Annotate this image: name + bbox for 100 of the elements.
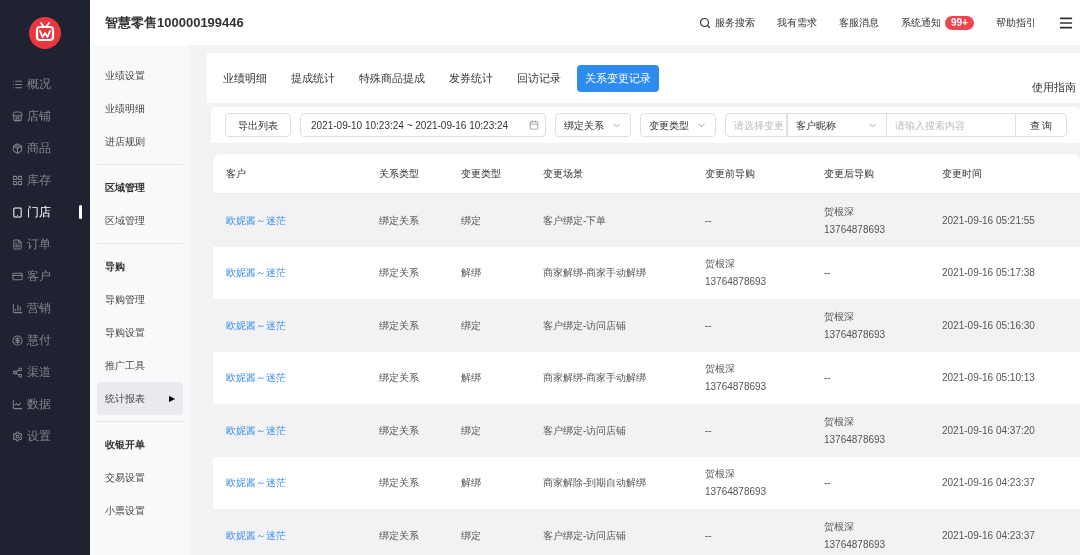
customer-link[interactable]: 欧妮酱～迷茫 (226, 372, 286, 384)
table-cell-text: 2021-09-16 05:16:30 (942, 318, 1036, 333)
tab[interactable]: 业绩明细 (215, 64, 275, 92)
calendar-icon (529, 120, 539, 130)
search-input[interactable]: 请输入搜索内容 (887, 113, 1015, 137)
tab[interactable]: 发券统计 (441, 64, 501, 92)
tab[interactable]: 特殊商品提成 (351, 64, 433, 92)
submenu-item[interactable]: 业绩设置 (97, 59, 183, 92)
store-icon (12, 110, 23, 122)
guide-link[interactable]: 使用指南 (1032, 78, 1076, 95)
table-cell-text: 绑定关系 (379, 423, 420, 438)
store-title: 智慧零售100000199446 (105, 13, 244, 32)
table-cell-text: 客户绑定-访问店铺 (543, 318, 628, 333)
relation-select[interactable]: 绑定关系 (555, 113, 631, 137)
table-cell-text: 13764878693 (705, 485, 768, 500)
tab[interactable]: 提成统计 (283, 64, 343, 92)
table-cell-text: 贺根深 (705, 257, 736, 272)
table-cell-text: 解绑 (461, 371, 482, 386)
tab[interactable]: 回访记录 (509, 64, 569, 92)
header-link[interactable]: 我有需求 (777, 15, 818, 30)
tablet-icon (12, 206, 23, 218)
list-icon (12, 78, 23, 90)
column-header: 变更时间 (942, 167, 983, 181)
bar-chart-icon (12, 302, 23, 314)
table-cell-text: 13764878693 (824, 222, 887, 237)
sidebar-item[interactable]: 慧付 (0, 324, 90, 356)
submenu-group-title: 区域管理 (104, 181, 146, 195)
sidebar-item[interactable]: 客户 (0, 260, 90, 292)
table-cell-text: 绑定关系 (379, 213, 420, 228)
table-cell-text: -- (705, 528, 713, 543)
submenu-item[interactable]: 交易设置 (97, 461, 183, 494)
table-cell-text: 解绑 (461, 476, 482, 491)
menu-icon[interactable] (1058, 14, 1074, 31)
table-cell-text: -- (824, 476, 832, 491)
scene-select[interactable]: 请选择变更 (725, 113, 787, 137)
submenu-item[interactable]: 进店规则 (97, 125, 183, 158)
table-cell-text: 商家解绑-商家手动解绑 (543, 371, 648, 386)
line-chart-icon (12, 398, 23, 410)
sidebar-item[interactable]: 商品 (0, 132, 90, 164)
customer-link[interactable]: 欧妮酱～迷茫 (226, 267, 286, 279)
table-cell-text: 客户绑定-访问店铺 (543, 528, 628, 543)
sidebar-item[interactable]: 营销 (0, 292, 90, 324)
export-button[interactable]: 导出列表 (225, 113, 291, 137)
table-cell-text: 绑定关系 (379, 266, 420, 281)
sidebar-item[interactable]: 数据 (0, 388, 90, 420)
header-link[interactable]: 客服消息 (839, 15, 880, 30)
table-cell-text: 客户绑定-访问店铺 (543, 423, 628, 438)
notification-badge: 99+ (945, 15, 974, 30)
date-range-field[interactable]: 2021-09-10 10:23:24 ~ 2021-09-16 10:23:24 (300, 113, 546, 137)
submenu-item[interactable]: 区域管理 (97, 204, 183, 237)
customer-link[interactable]: 欧妮酱～迷茫 (226, 477, 286, 489)
submenu-group-title: 收银开单 (104, 438, 146, 452)
sidebar-item[interactable]: 门店 (0, 196, 90, 228)
table-cell-text: 13764878693 (705, 380, 768, 395)
table-cell-text: 2021-09-16 04:23:37 (942, 528, 1036, 543)
coin-icon (12, 334, 23, 346)
sidebar-item[interactable]: 订单 (0, 228, 90, 260)
sidebar-item[interactable]: 概况 (0, 68, 90, 100)
table-cell-text: 13764878693 (824, 432, 887, 447)
header-link[interactable]: 帮助指引 (996, 15, 1036, 30)
column-header: 客户 (226, 167, 247, 181)
sidebar-item[interactable]: 渠道 (0, 356, 90, 388)
sidebar-item[interactable]: 库存 (0, 164, 90, 196)
grid-icon (12, 174, 23, 186)
column-header: 变更前导购 (705, 167, 756, 181)
document-icon (12, 238, 23, 250)
table-cell-text: -- (824, 266, 832, 281)
logo-icon (29, 17, 61, 49)
submenu-item[interactable]: 统计报表 ▶ (97, 382, 183, 415)
table-cell-text: 2021-09-16 04:23:37 (942, 476, 1036, 491)
table-cell-text: -- (705, 423, 713, 438)
table-cell-text: 客户绑定-下单 (543, 213, 608, 228)
table-cell-text: 2021-09-16 05:10:13 (942, 371, 1036, 386)
submenu-item[interactable]: 导购设置 (97, 316, 183, 349)
submenu-item[interactable]: 推广工具 (97, 349, 183, 382)
submenu-item[interactable]: 导购管理 (97, 283, 183, 316)
search-field-select[interactable]: 客户昵称 (787, 113, 887, 137)
card-icon (12, 270, 23, 282)
header-link[interactable]: 系统通知 99+ (901, 15, 974, 30)
table-cell-text: 绑定 (461, 318, 482, 333)
share-icon (12, 366, 23, 378)
submenu-item[interactable]: 小票设置 (97, 494, 183, 527)
service-search-link[interactable]: 服务搜索 (699, 15, 756, 30)
column-header: 变更场景 (543, 167, 584, 181)
submenu-item[interactable]: 业绩明细 (97, 92, 183, 125)
table-cell-text: 贺根深 (824, 414, 855, 429)
search-icon (699, 16, 712, 29)
table-cell-text: 解绑 (461, 266, 482, 281)
sidebar-item[interactable]: 店铺 (0, 100, 90, 132)
table-cell-text: 商家解除-到期自动解绑 (543, 476, 648, 491)
active-indicator (79, 205, 82, 219)
settings-icon (12, 430, 23, 442)
column-header: 变更类型 (461, 167, 502, 181)
query-button[interactable]: 查 询 (1015, 113, 1067, 137)
table-cell-text: 2021-09-16 05:17:38 (942, 266, 1036, 281)
table-cell-text: 贺根深 (824, 204, 855, 219)
table-cell-text: 2021-09-16 04:37:20 (942, 423, 1036, 438)
sidebar-item[interactable]: 设置 (0, 420, 90, 452)
table-cell-text: -- (705, 318, 713, 333)
change-type-select[interactable]: 变更类型 (640, 113, 716, 137)
